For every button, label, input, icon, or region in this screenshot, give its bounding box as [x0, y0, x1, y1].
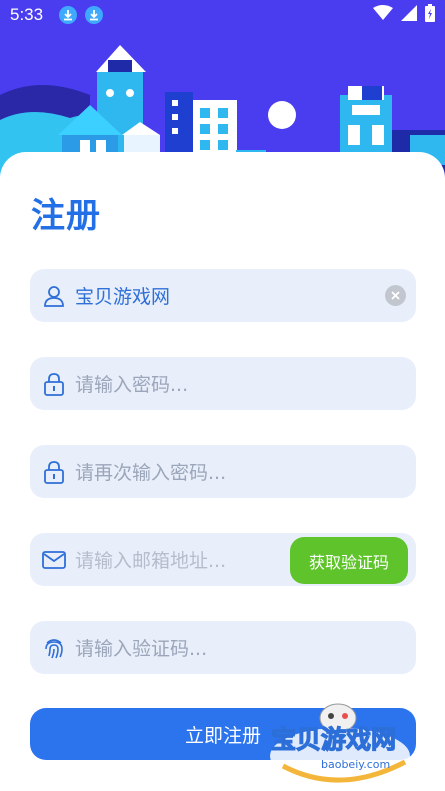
- password-confirm-placeholder: 请再次输入密码...: [75, 462, 227, 484]
- password-field[interactable]: 请输入密码...: [30, 357, 416, 410]
- get-code-button[interactable]: 获取验证码: [290, 537, 408, 584]
- svg-text:baobeiy.com: baobeiy.com: [321, 758, 390, 771]
- password-placeholder: 请输入密码...: [75, 374, 189, 396]
- wifi-icon: [373, 5, 393, 25]
- email-placeholder: 请输入邮箱地址...: [75, 550, 227, 572]
- fingerprint-icon: [42, 636, 66, 660]
- mail-icon: [42, 548, 66, 572]
- battery-icon: [425, 4, 435, 26]
- download-icon: [85, 6, 104, 24]
- username-field[interactable]: 宝贝游戏网: [30, 269, 416, 322]
- svg-text:宝贝游戏网: 宝贝游戏网: [271, 725, 396, 754]
- password-confirm-field[interactable]: 请再次输入密码...: [30, 445, 416, 498]
- email-field[interactable]: 请输入邮箱地址... 获取验证码: [30, 533, 416, 586]
- signal-icon: [401, 5, 417, 25]
- clear-icon[interactable]: [385, 285, 406, 306]
- watermark-logo: 宝贝游戏网 baobeiy.com: [265, 696, 425, 786]
- download-icon: [59, 6, 78, 24]
- page-title: 注册: [31, 196, 101, 236]
- status-time: 5:33: [10, 5, 44, 24]
- code-placeholder: 请输入验证码...: [75, 638, 208, 660]
- lock-icon: [42, 460, 66, 484]
- lock-icon: [42, 372, 66, 396]
- status-bar: 5:33: [0, 0, 445, 30]
- user-icon: [42, 284, 66, 308]
- code-field[interactable]: 请输入验证码...: [30, 621, 416, 674]
- username-value: 宝贝游戏网: [75, 286, 171, 308]
